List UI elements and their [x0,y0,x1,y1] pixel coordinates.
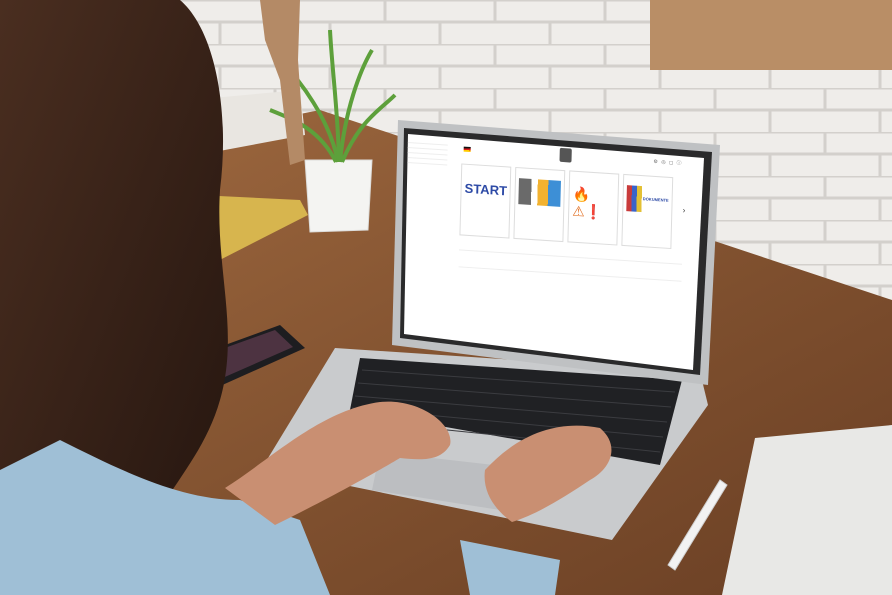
plant-pot [304,159,373,233]
card-tag [572,174,616,177]
logo-icon [559,147,572,163]
card-description [572,222,614,225]
course-card[interactable]: START [459,163,512,239]
screen-sidebar [403,137,448,340]
course-card[interactable] [513,166,566,243]
laptop-screen-ui: ⚙ ◎ ◻ ⓘ START 🔥⚠❗ DOKUMENTE › [402,134,693,380]
toolbar-icons[interactable]: ⚙ ◎ ◻ ⓘ [653,158,682,167]
worker-illustration [518,178,561,207]
start-graphic: START [464,180,508,199]
card-tag [464,167,508,170]
section-title [458,266,682,288]
flag-icon[interactable] [463,146,471,153]
cork-board [650,0,892,70]
course-card[interactable]: DOKUMENTE [621,173,674,250]
card-tag [626,177,670,180]
photo-scene: ⚙ ◎ ◻ ⓘ START 🔥⚠❗ DOKUMENTE › [0,0,892,595]
card-description [464,215,506,218]
card-row: START 🔥⚠❗ DOKUMENTE › [459,163,690,254]
card-description [626,225,668,228]
card-tag [518,170,562,173]
chevron-right-icon[interactable]: › [683,206,686,215]
screen-main: ⚙ ◎ ◻ ⓘ START 🔥⚠❗ DOKUMENTE › [450,137,691,378]
course-card[interactable]: 🔥⚠❗ [567,170,620,246]
hazard-icons: 🔥⚠❗ [572,185,603,221]
card-description [518,218,560,221]
binders-illustration: DOKUMENTE [626,185,669,214]
